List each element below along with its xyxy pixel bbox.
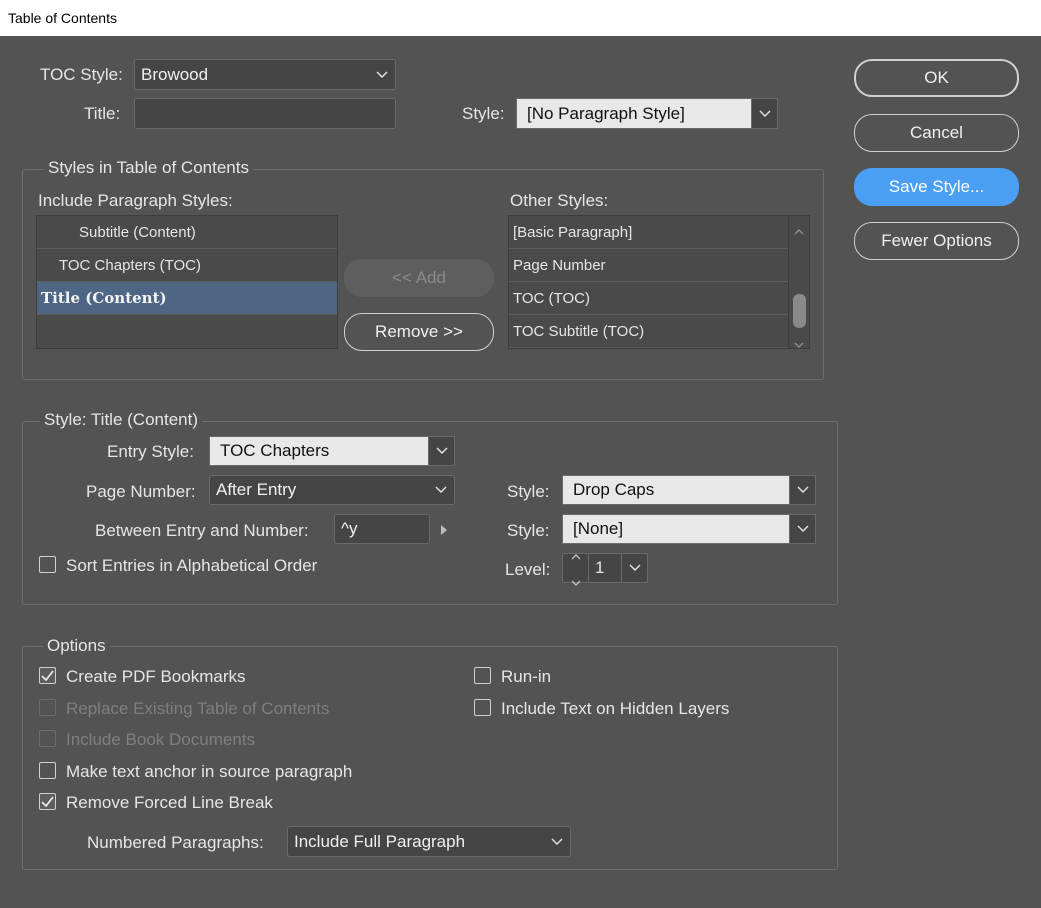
run-in-label: Run-in	[501, 667, 552, 686]
stepper-arrows[interactable]	[563, 554, 589, 586]
between-label: Between Entry and Number:	[95, 521, 309, 540]
remove-forced-checkbox[interactable]	[39, 793, 56, 810]
page-number-style-label: Style:	[507, 482, 550, 501]
scrollbar[interactable]	[788, 216, 809, 348]
chevron-down-icon[interactable]	[790, 475, 816, 505]
sort-label: Sort Entries in Alphabetical Order	[66, 556, 318, 575]
add-button[interactable]: << Add	[344, 259, 494, 297]
between-style-label: Style:	[507, 521, 550, 540]
chevron-down-icon[interactable]	[794, 334, 804, 354]
list-item[interactable]: Subtitle (Content)	[37, 216, 337, 249]
chevron-down-icon	[369, 71, 395, 79]
entry-style-label: Entry Style:	[107, 442, 194, 461]
include-book-label: Include Book Documents	[66, 730, 255, 749]
between-style-value: [None]	[562, 514, 790, 544]
list-item[interactable]: Page Number	[509, 249, 789, 282]
list-item-selected[interactable]: Title (Content)	[37, 282, 337, 315]
level-stepper[interactable]: 1	[562, 553, 648, 586]
other-styles-label: Other Styles:	[510, 191, 609, 210]
toc-style-value: Browood	[141, 64, 209, 84]
page-number-style-value: Drop Caps	[562, 475, 790, 505]
special-character-menu-icon[interactable]	[440, 521, 448, 541]
cancel-button[interactable]: Cancel	[854, 114, 1019, 152]
style-group-title: Style: Title (Content)	[40, 410, 203, 430]
replace-existing-label: Replace Existing Table of Contents	[66, 699, 330, 718]
save-style-button[interactable]: Save Style...	[854, 168, 1019, 206]
include-hidden-label: Include Text on Hidden Layers	[501, 699, 730, 718]
make-anchor-checkbox[interactable]	[39, 762, 56, 779]
remove-forced-label: Remove Forced Line Break	[66, 793, 273, 812]
other-styles-list[interactable]: [Basic Paragraph] Page Number TOC (TOC) …	[508, 215, 810, 349]
scrollbar-thumb[interactable]	[793, 294, 806, 328]
checkmark-icon	[41, 670, 54, 681]
sort-checkbox[interactable]	[39, 556, 56, 573]
entry-style-value: TOC Chapters	[209, 436, 429, 466]
page-number-style-combo[interactable]: Drop Caps	[562, 475, 816, 505]
chevron-down-icon	[544, 838, 570, 846]
page-number-dropdown[interactable]: After Entry	[209, 475, 455, 505]
title-input[interactable]	[134, 98, 396, 129]
chevron-up-icon[interactable]	[794, 220, 804, 240]
chevron-down-icon[interactable]	[571, 571, 581, 591]
replace-existing-checkbox[interactable]	[39, 699, 56, 716]
include-styles-label: Include Paragraph Styles:	[38, 191, 233, 210]
numbered-paragraphs-value: Include Full Paragraph	[294, 831, 466, 851]
include-styles-list[interactable]: Subtitle (Content) TOC Chapters (TOC) Ti…	[36, 215, 338, 349]
page-number-value: After Entry	[216, 480, 297, 499]
create-pdf-label: Create PDF Bookmarks	[66, 667, 246, 686]
entry-style-combo[interactable]: TOC Chapters	[209, 436, 455, 466]
remove-button[interactable]: Remove >>	[344, 313, 494, 351]
title-label: Title:	[84, 104, 121, 123]
list-item[interactable]: TOC Subtitle (TOC)	[509, 315, 789, 348]
window-title: Table of Contents	[0, 0, 1041, 36]
create-pdf-checkbox[interactable]	[39, 667, 56, 684]
numbered-paragraphs-label: Numbered Paragraphs:	[87, 833, 264, 852]
title-style-value: [No Paragraph Style]	[516, 98, 752, 129]
level-label: Level:	[505, 560, 551, 579]
list-item[interactable]: [Basic Paragraph]	[509, 216, 789, 249]
ok-button[interactable]: OK	[854, 59, 1019, 97]
options-group-title: Options	[43, 636, 110, 656]
chevron-up-icon[interactable]	[571, 545, 581, 565]
level-value[interactable]: 1	[589, 554, 621, 582]
include-book-checkbox[interactable]	[39, 730, 56, 747]
checkmark-icon	[41, 796, 54, 807]
make-anchor-label: Make text anchor in source paragraph	[66, 762, 353, 781]
list-item[interactable]: TOC (TOC)	[509, 282, 789, 315]
chevron-down-icon[interactable]	[429, 436, 455, 466]
chevron-down-icon[interactable]	[621, 554, 647, 582]
fewer-options-button[interactable]: Fewer Options	[854, 222, 1019, 260]
page-number-label: Page Number:	[86, 482, 196, 501]
between-input[interactable]: ^y	[334, 514, 430, 544]
toc-style-label: TOC Style:	[40, 65, 123, 84]
include-hidden-checkbox[interactable]	[474, 699, 491, 716]
chevron-down-icon[interactable]	[752, 98, 778, 129]
title-style-combo[interactable]: [No Paragraph Style]	[516, 98, 778, 129]
toc-style-dropdown[interactable]: Browood	[134, 59, 396, 90]
title-style-label: Style:	[462, 104, 505, 123]
chevron-down-icon	[428, 486, 454, 494]
between-style-combo[interactable]: [None]	[562, 514, 816, 544]
numbered-paragraphs-dropdown[interactable]: Include Full Paragraph	[287, 826, 571, 857]
list-item[interactable]: TOC Chapters (TOC)	[37, 249, 337, 282]
styles-group-title: Styles in Table of Contents	[44, 158, 253, 178]
run-in-checkbox[interactable]	[474, 667, 491, 684]
chevron-down-icon[interactable]	[790, 514, 816, 544]
